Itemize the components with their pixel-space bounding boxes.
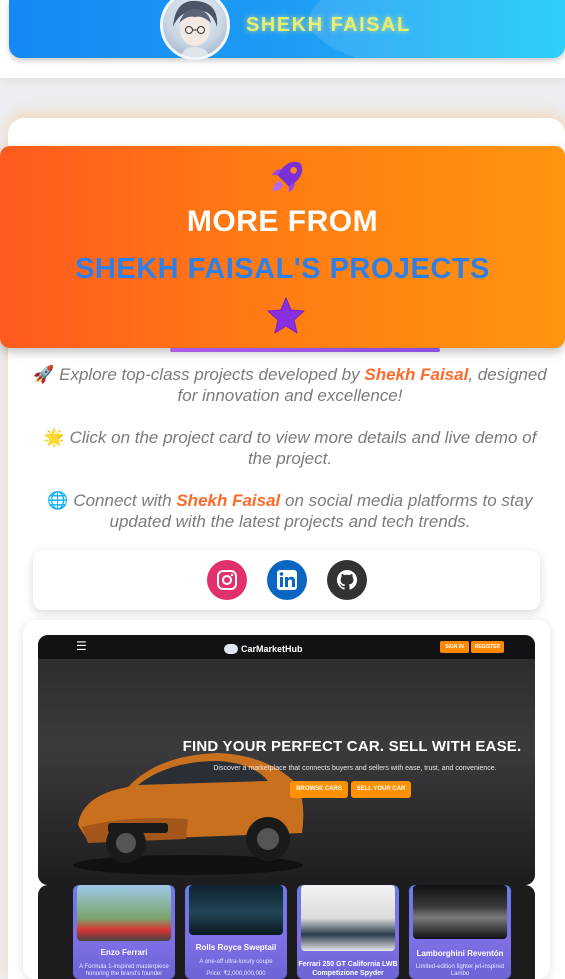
hero-heading: MORE FROM [186, 205, 379, 238]
car-card: Enzo Ferrari A Formula 1-inspired master… [73, 885, 175, 979]
preview-headline: FIND YOUR PERFECT CAR. SELL WITH EASE. [182, 738, 522, 755]
preview-navbar: ☰ CarMarketHub SIGN IN REGISTER [38, 635, 535, 659]
author-highlight: Shekh Faisal [176, 491, 281, 510]
car-thumbnail [77, 885, 171, 941]
car-thumbnail [413, 885, 507, 939]
intro-paragraph-2: 🌟 Click on the project card to view more… [43, 428, 537, 468]
site-title: SHEKH FAISAL [246, 14, 411, 36]
preview-browse-button: BROWSE CARS [290, 781, 348, 798]
menu-icon: ☰ [76, 639, 87, 653]
star-icon [267, 297, 305, 334]
github-icon [336, 569, 358, 590]
social-links-bar [33, 550, 540, 610]
car-card: Lamborghini Reventón Limited-edition fig… [409, 885, 511, 979]
intro-paragraph-1: 🚀 Explore top-class projects developed b… [33, 365, 547, 405]
car-thumbnail [189, 885, 283, 935]
car-card: Ferrari 250 GT California LWB Competizio… [297, 885, 399, 979]
preview-subline: Discover a marketplace that connects buy… [213, 765, 497, 772]
author-highlight: Shekh Faisal [364, 365, 469, 384]
instagram-icon [217, 570, 237, 590]
preview-brand: CarMarketHub [224, 640, 303, 654]
car-card: Rolls Royce Sweptail A one-off ultra-lux… [185, 885, 287, 979]
top-header: SHEKH FAISAL [0, 0, 565, 78]
car-listing-strip: Enzo Ferrari A Formula 1-inspired master… [38, 885, 535, 979]
instagram-button[interactable] [207, 560, 247, 600]
linkedin-icon [277, 570, 297, 590]
preview-sell-button: SELL YOUR CAR [351, 781, 411, 798]
github-button[interactable] [327, 560, 367, 600]
globe-emoji-icon: 🌐 [47, 491, 69, 510]
project-screenshot[interactable]: ☰ CarMarketHub SIGN IN REGISTER FIND YOU… [38, 635, 535, 885]
rocket-emoji-icon: 🚀 [33, 365, 55, 384]
linkedin-button[interactable] [267, 560, 307, 600]
preview-register-button: REGISTER [471, 641, 504, 653]
avatar-illustration [173, 0, 218, 57]
preview-signin-button: SIGN IN [440, 641, 469, 653]
sparkle-emoji-icon: 🌟 [43, 428, 65, 447]
hero-subheading: SHEKH FAISAL'S PROJECTS [75, 253, 490, 285]
car-logo-icon [224, 643, 238, 654]
car-thumbnail [301, 885, 395, 951]
hero-underline [170, 348, 440, 352]
intro-paragraph-3: 🌐 Connect with Shekh Faisal on social me… [47, 491, 533, 531]
rocket-icon [271, 161, 303, 193]
